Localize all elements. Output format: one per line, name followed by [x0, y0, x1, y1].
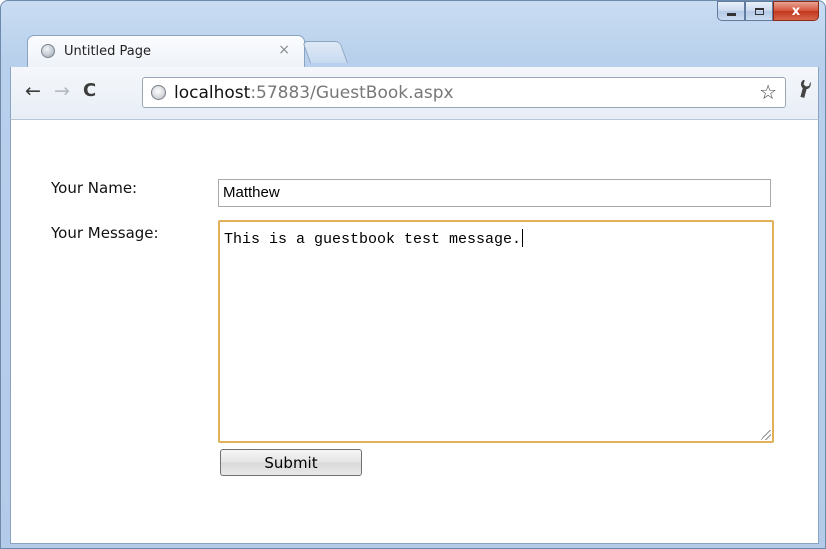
name-input[interactable]: Matthew — [218, 179, 771, 207]
submit-button[interactable]: Submit — [220, 449, 362, 476]
tab-untitled-page[interactable]: Untitled Page × — [27, 35, 305, 67]
globe-icon — [41, 44, 55, 58]
close-icon: x — [791, 3, 801, 19]
browser-window: x Untitled Page × ← → C localhost:57883/… — [0, 0, 826, 549]
tab-title: Untitled Page — [64, 44, 152, 59]
text-caret — [522, 229, 524, 247]
forward-arrow-icon: → — [54, 80, 70, 102]
url-host: localhost — [174, 83, 251, 103]
window-caption-buttons: x — [717, 1, 819, 23]
resize-grip-icon[interactable] — [761, 430, 771, 440]
reload-icon[interactable]: C — [83, 79, 96, 103]
name-label: Your Name: — [51, 179, 138, 197]
wrench-icon — [800, 79, 811, 98]
url-text[interactable]: localhost:57883/GuestBook.aspx — [174, 82, 454, 104]
close-window-button[interactable]: x — [773, 1, 819, 21]
page-info-icon[interactable] — [151, 85, 166, 100]
message-text: This is a guestbook test message. — [224, 231, 522, 248]
maximize-icon — [754, 7, 764, 15]
message-textarea[interactable]: This is a guestbook test message. — [218, 220, 774, 443]
page-content: Your Name: Matthew Your Message: This is… — [10, 119, 819, 544]
maximize-button[interactable] — [745, 1, 773, 21]
address-bar[interactable]: localhost:57883/GuestBook.aspx ☆ — [142, 77, 786, 108]
minimize-button[interactable] — [717, 1, 745, 21]
tab-close-icon[interactable]: × — [278, 42, 290, 58]
wrench-menu-icon[interactable] — [791, 75, 821, 107]
back-arrow-icon[interactable]: ← — [25, 79, 41, 103]
bookmark-star-icon[interactable]: ☆ — [759, 80, 777, 104]
browser-toolbar: ← → C localhost:57883/GuestBook.aspx ☆ — [10, 67, 819, 119]
new-tab-button[interactable] — [301, 41, 349, 63]
message-label: Your Message: — [51, 224, 159, 242]
minimize-icon — [726, 12, 736, 16]
url-path: :57883/GuestBook.aspx — [250, 83, 454, 103]
